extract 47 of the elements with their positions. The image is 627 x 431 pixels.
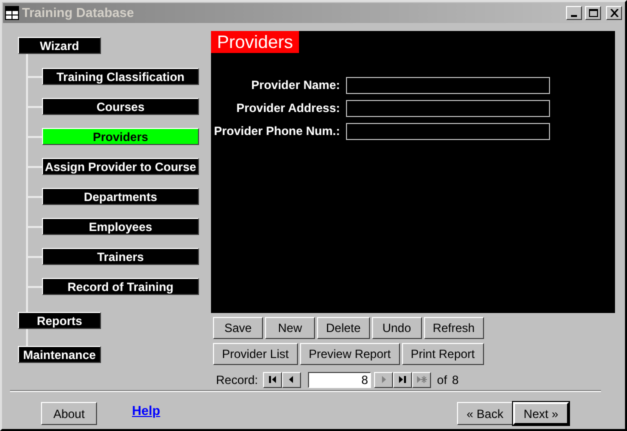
nav-button[interactable]: Departments — [42, 188, 199, 205]
minimize-button[interactable] — [566, 6, 582, 20]
field-label: Provider Address: — [235, 100, 340, 117]
wizard-nav-button[interactable]: « Back — [457, 402, 513, 426]
maximize-icon — [588, 9, 598, 17]
action-button[interactable]: New — [265, 317, 315, 339]
input-field[interactable] — [346, 122, 550, 140]
action-button[interactable]: Provider List — [213, 343, 298, 365]
nav-button[interactable]: Reports — [18, 312, 101, 329]
nav-button[interactable]: Employees — [42, 218, 199, 235]
first-record-icon — [267, 374, 278, 385]
window-title: Training Database — [22, 4, 134, 22]
table-icon — [5, 6, 19, 20]
record-nav-button[interactable] — [263, 372, 282, 388]
record-total: 8 — [452, 372, 459, 388]
record-nav-button[interactable] — [282, 372, 302, 388]
record-label: Record: — [216, 372, 258, 388]
form-title: Providers — [211, 31, 300, 53]
close-icon — [610, 9, 618, 17]
nav-button[interactable]: Courses — [42, 98, 199, 115]
action-button[interactable]: Save — [213, 317, 263, 339]
action-button[interactable]: Undo — [372, 317, 422, 339]
about-button[interactable]: About — [41, 402, 97, 426]
nav-button[interactable]: Training Classification — [42, 68, 199, 85]
record-number-field[interactable]: 8 — [308, 372, 372, 388]
nav-button[interactable]: Assign Provider to Course — [42, 158, 199, 175]
wizard-nav-button[interactable]: Next » — [513, 402, 569, 426]
field-label: Provider Phone Num.: — [212, 123, 340, 140]
action-button[interactable]: Print Report — [402, 343, 484, 365]
maximize-button[interactable] — [585, 6, 601, 20]
nav-button[interactable]: Providers — [42, 128, 199, 145]
record-nav-button[interactable] — [393, 372, 412, 388]
last-record-icon — [397, 374, 408, 385]
new-record-icon — [416, 374, 428, 385]
close-button[interactable] — [606, 6, 622, 20]
help-link[interactable]: Help — [132, 401, 160, 420]
nav-button[interactable]: Wizard — [18, 37, 101, 54]
nav-button[interactable]: Record of Training — [42, 278, 199, 295]
action-button[interactable]: Refresh — [424, 317, 484, 339]
record-of-label: of — [437, 372, 448, 388]
action-button[interactable]: Preview Report — [300, 343, 400, 365]
field-label: Provider Name: — [250, 77, 340, 94]
input-field[interactable] — [346, 76, 550, 94]
nav-button[interactable]: Trainers — [42, 248, 199, 265]
input-field[interactable] — [346, 100, 550, 116]
action-button[interactable]: Delete — [317, 317, 370, 339]
nav-button[interactable]: Maintenance — [18, 346, 101, 363]
